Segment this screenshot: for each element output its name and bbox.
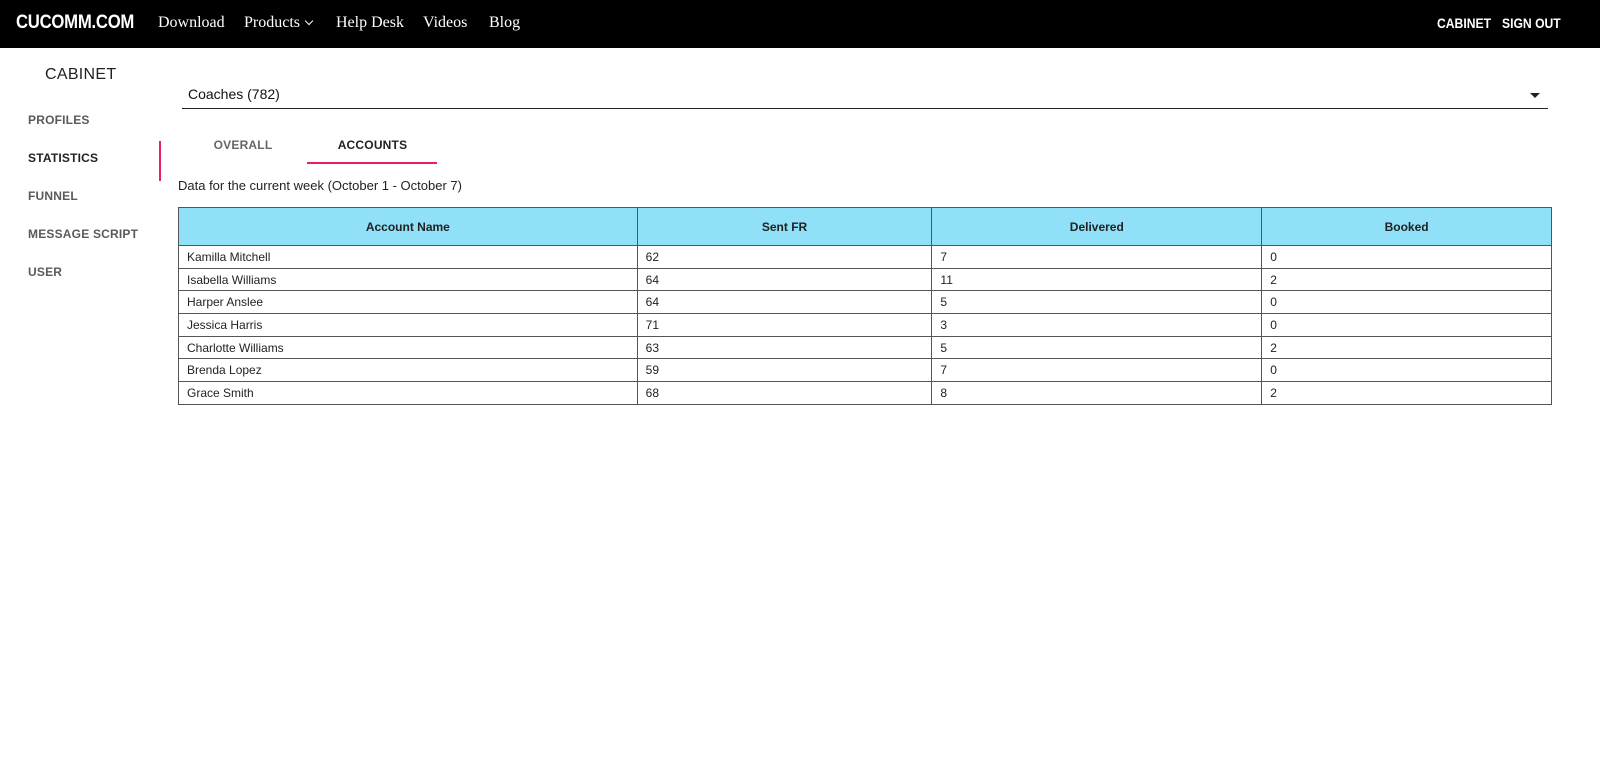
table-row: Brenda Lopez 59 7 0: [178, 358, 1552, 383]
cell-sent-fr: 62: [636, 245, 933, 269]
cell-booked: 2: [1261, 335, 1552, 360]
cell-account-name: Isabella Williams: [178, 267, 638, 292]
group-select-value: Coaches (782): [188, 86, 280, 102]
sidebar-item-statistics[interactable]: STATISTICS: [28, 151, 98, 165]
cell-delivered: 3: [931, 313, 1263, 337]
cell-booked: 2: [1261, 381, 1552, 405]
cell-account-name: Kamilla Mitchell: [178, 245, 638, 269]
nav-videos-link[interactable]: Videos: [423, 14, 467, 32]
cell-delivered: 11: [931, 267, 1263, 292]
sidebar-title: CABINET: [45, 66, 117, 83]
table-header-row: Account Name Sent FR Delivered Booked: [178, 207, 1552, 246]
cell-booked: 0: [1261, 313, 1552, 337]
tab-overall[interactable]: OVERALL: [178, 138, 308, 164]
cell-delivered: 5: [931, 290, 1263, 315]
cell-delivered: 5: [931, 335, 1263, 360]
column-header-sent-fr: Sent FR: [636, 207, 933, 246]
week-range-note: Data for the current week (October 1 - O…: [178, 178, 462, 193]
cell-booked: 0: [1261, 245, 1552, 269]
cell-delivered: 7: [931, 245, 1263, 269]
sidebar-item-user[interactable]: USER: [28, 265, 62, 279]
sidebar-item-profiles[interactable]: PROFILES: [28, 113, 90, 127]
table-row: Charlotte Williams 63 5 2: [178, 335, 1552, 360]
cell-booked: 0: [1261, 358, 1552, 383]
cell-sent-fr: 63: [636, 335, 933, 360]
cell-delivered: 8: [931, 381, 1263, 405]
cell-account-name: Brenda Lopez: [178, 358, 638, 383]
tab-active-indicator: [307, 162, 437, 164]
cell-sent-fr: 68: [636, 381, 933, 405]
table-row: Grace Smith 68 8 2: [178, 381, 1552, 405]
group-select[interactable]: Coaches (782): [182, 80, 1548, 109]
cell-sent-fr: 71: [636, 313, 933, 337]
cell-account-name: Grace Smith: [178, 381, 638, 405]
tab-accounts[interactable]: ACCOUNTS: [308, 138, 437, 164]
column-header-account-name: Account Name: [178, 207, 638, 246]
nav-products-dropdown[interactable]: Products: [244, 14, 314, 32]
sidebar-item-funnel[interactable]: FUNNEL: [28, 189, 78, 203]
table-row: Harper Anslee 64 5 0: [178, 290, 1552, 315]
sidebar-active-indicator: [159, 141, 161, 181]
cell-account-name: Charlotte Williams: [178, 335, 638, 360]
cell-account-name: Jessica Harris: [178, 313, 638, 337]
cell-booked: 0: [1261, 290, 1552, 315]
cabinet-link[interactable]: CABINET: [1437, 16, 1491, 31]
cell-booked: 2: [1261, 267, 1552, 292]
accounts-stats-table: Account Name Sent FR Delivered Booked Ka…: [178, 207, 1552, 405]
column-header-booked: Booked: [1261, 207, 1552, 246]
nav-products-label: Products: [244, 14, 300, 31]
nav-blog-link[interactable]: Blog: [489, 14, 520, 32]
cell-sent-fr: 59: [636, 358, 933, 383]
cell-account-name: Harper Anslee: [178, 290, 638, 315]
column-header-delivered: Delivered: [931, 207, 1263, 246]
nav-help-desk-link[interactable]: Help Desk: [336, 14, 404, 32]
chevron-down-icon: [304, 16, 314, 26]
caret-down-icon: [1530, 93, 1540, 98]
cell-delivered: 7: [931, 358, 1263, 383]
top-navigation-bar: CUCOMM.COM Download Products Help Desk V…: [0, 0, 1600, 48]
table-row: Kamilla Mitchell 62 7 0: [178, 245, 1552, 269]
table-row: Jessica Harris 71 3 0: [178, 313, 1552, 337]
cell-sent-fr: 64: [636, 290, 933, 315]
cell-sent-fr: 64: [636, 267, 933, 292]
brand-logo[interactable]: CUCOMM.COM: [16, 12, 134, 34]
sign-out-link[interactable]: SIGN OUT: [1502, 16, 1561, 31]
nav-download-link[interactable]: Download: [158, 14, 225, 32]
sidebar-item-message-script[interactable]: MESSAGE SCRIPT: [28, 227, 138, 241]
table-row: Isabella Williams 64 11 2: [178, 267, 1552, 292]
